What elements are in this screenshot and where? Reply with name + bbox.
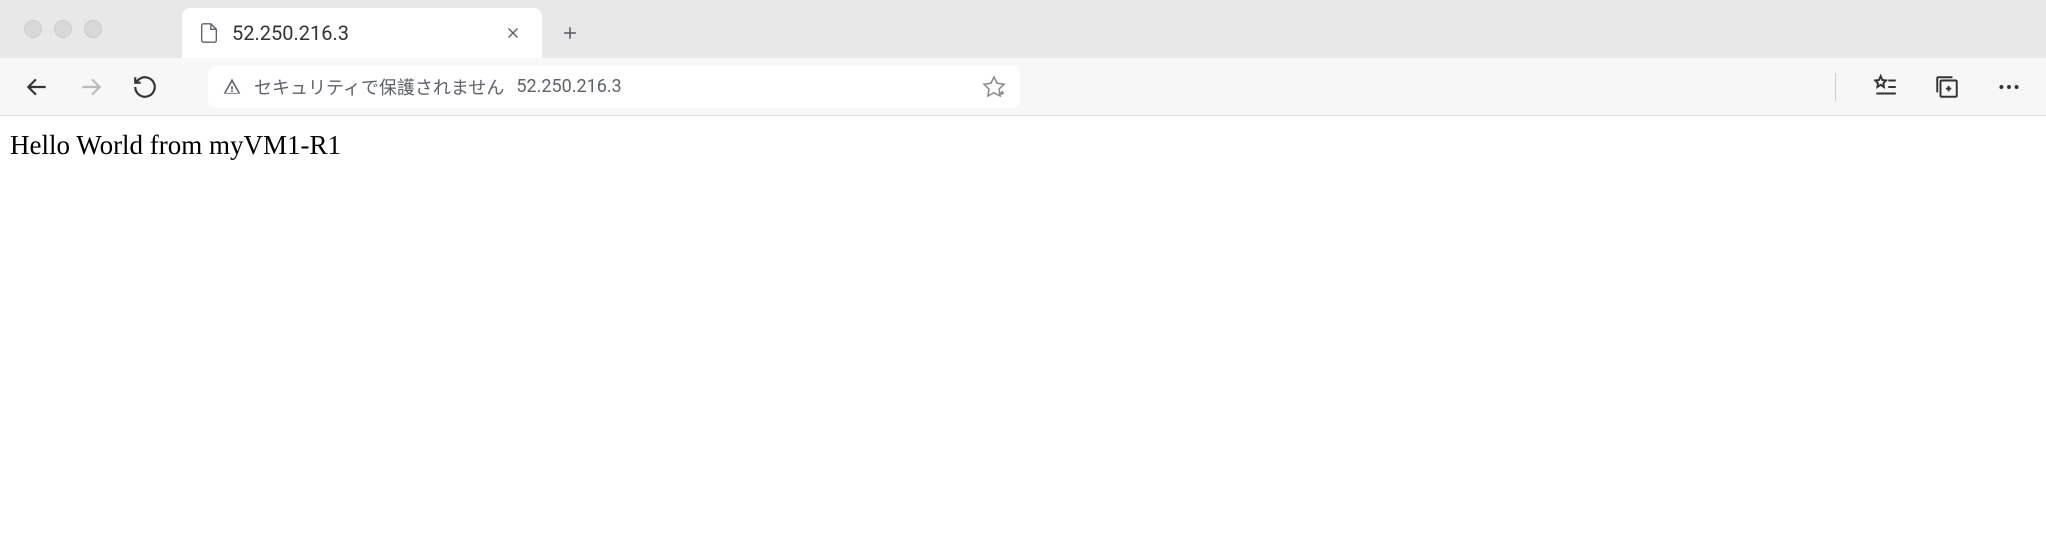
url-text: 52.250.216.3 <box>516 76 621 97</box>
window-minimize-button[interactable] <box>54 20 72 38</box>
page-content: Hello World from myVM1-R1 <box>0 116 2046 175</box>
window-close-button[interactable] <box>24 20 42 38</box>
page-icon <box>198 22 220 44</box>
new-tab-button[interactable] <box>550 13 590 53</box>
tab-bar: 52.250.216.3 <box>0 0 2046 58</box>
collections-button[interactable] <box>1934 74 1960 100</box>
browser-chrome: 52.250.216.3 <box>0 0 2046 116</box>
page-body-text: Hello World from myVM1-R1 <box>10 130 341 160</box>
toolbar-right <box>1835 73 2022 101</box>
tab-title: 52.250.216.3 <box>232 21 488 45</box>
browser-tab[interactable]: 52.250.216.3 <box>182 8 542 58</box>
favorite-button[interactable] <box>982 75 1006 99</box>
tab-close-button[interactable] <box>500 20 526 46</box>
more-options-button[interactable] <box>1996 74 2022 100</box>
back-button[interactable] <box>24 74 50 100</box>
window-controls <box>24 20 102 38</box>
toolbar-divider <box>1835 73 1836 101</box>
refresh-button[interactable] <box>132 74 158 100</box>
navigation-buttons <box>24 74 158 100</box>
favorites-list-button[interactable] <box>1872 74 1898 100</box>
window-maximize-button[interactable] <box>84 20 102 38</box>
not-secure-icon <box>222 77 242 97</box>
browser-toolbar: セキュリティで保護されません 52.250.216.3 <box>0 58 2046 116</box>
address-bar[interactable]: セキュリティで保護されません 52.250.216.3 <box>208 66 1020 108</box>
security-status-text: セキュリティで保護されません <box>254 74 504 100</box>
forward-button[interactable] <box>78 74 104 100</box>
